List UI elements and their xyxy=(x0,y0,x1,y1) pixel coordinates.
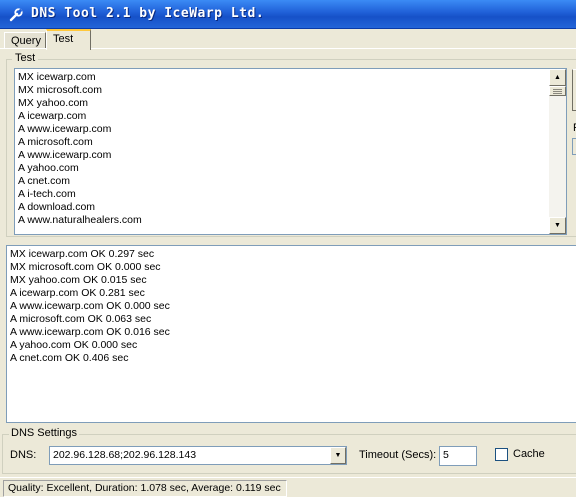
list-item[interactable]: MX microsoft.com xyxy=(18,84,546,97)
vertical-scrollbar[interactable]: ▲ ▼ xyxy=(549,69,566,234)
results-lines: MX icewarp.com OK 0.297 sec MX microsoft… xyxy=(10,248,170,365)
test-group-label: Test xyxy=(12,52,39,64)
result-line: MX icewarp.com OK 0.297 sec xyxy=(10,248,155,260)
status-text: Quality: Excellent, Duration: 1.078 sec,… xyxy=(3,480,287,497)
arrow-down-icon[interactable]: ▼ xyxy=(549,217,566,234)
list-item[interactable]: A microsoft.com xyxy=(18,136,546,149)
tab-test[interactable]: Test xyxy=(46,29,91,50)
list-item[interactable]: A yahoo.com xyxy=(18,162,546,175)
scroll-thumb[interactable] xyxy=(549,86,566,96)
partial-button[interactable] xyxy=(572,69,576,111)
chevron-down-icon[interactable]: ▼ xyxy=(330,447,346,464)
query-list[interactable]: MX icewarp.com MX microsoft.com MX yahoo… xyxy=(14,68,567,235)
result-line: A yahoo.com OK 0.000 sec xyxy=(10,339,138,351)
partial-control[interactable] xyxy=(572,138,576,155)
result-line: A microsoft.com OK 0.063 sec xyxy=(10,313,152,325)
result-line: A www.icewarp.com OK 0.000 sec xyxy=(10,300,170,312)
list-item[interactable]: A www.icewarp.com xyxy=(18,149,546,162)
app-window: DNS Tool 2.1 by IceWarp Ltd. Query Test … xyxy=(0,0,576,497)
list-item[interactable]: MX icewarp.com xyxy=(18,71,546,84)
timeout-input[interactable]: 5 xyxy=(439,446,477,466)
dns-settings-label: DNS Settings xyxy=(9,427,80,439)
result-line: MX yahoo.com OK 0.015 sec xyxy=(10,274,147,286)
tab-strip: Query Test xyxy=(0,29,576,50)
list-item[interactable]: A i-tech.com xyxy=(18,188,546,201)
cache-label[interactable]: Cache xyxy=(513,448,545,460)
list-item[interactable]: A download.com xyxy=(18,201,546,214)
status-bar: Quality: Excellent, Duration: 1.078 sec,… xyxy=(0,477,576,497)
dns-field-label: DNS: xyxy=(10,449,37,461)
list-item[interactable]: A www.icewarp.com xyxy=(18,123,546,136)
dns-server-value[interactable]: 202.96.128.68;202.96.128.143 xyxy=(53,449,196,461)
result-line: A cnet.com OK 0.406 sec xyxy=(10,352,129,364)
dns-server-combo[interactable]: 202.96.128.68;202.96.128.143 ▼ xyxy=(49,446,347,465)
list-item[interactable]: A cnet.com xyxy=(18,175,546,188)
list-item[interactable]: MX yahoo.com xyxy=(18,97,546,110)
window-title: DNS Tool 2.1 by IceWarp Ltd. xyxy=(31,6,265,21)
title-bar[interactable]: DNS Tool 2.1 by IceWarp Ltd. xyxy=(0,0,576,29)
result-line: MX microsoft.com OK 0.000 sec xyxy=(10,261,161,273)
timeout-label: Timeout (Secs): xyxy=(359,449,437,461)
wrench-icon xyxy=(8,7,24,23)
cache-checkbox[interactable] xyxy=(495,448,508,461)
list-item[interactable]: A www.naturalhealers.com xyxy=(18,214,546,227)
list-item[interactable]: A icewarp.com xyxy=(18,110,546,123)
result-line: A www.icewarp.com OK 0.016 sec xyxy=(10,326,170,338)
arrow-up-icon[interactable]: ▲ xyxy=(549,69,566,86)
results-output[interactable]: MX icewarp.com OK 0.297 sec MX microsoft… xyxy=(6,245,576,423)
result-line: A icewarp.com OK 0.281 sec xyxy=(10,287,145,299)
tab-query[interactable]: Query xyxy=(4,32,46,49)
query-list-items: MX icewarp.com MX microsoft.com MX yahoo… xyxy=(18,71,546,231)
